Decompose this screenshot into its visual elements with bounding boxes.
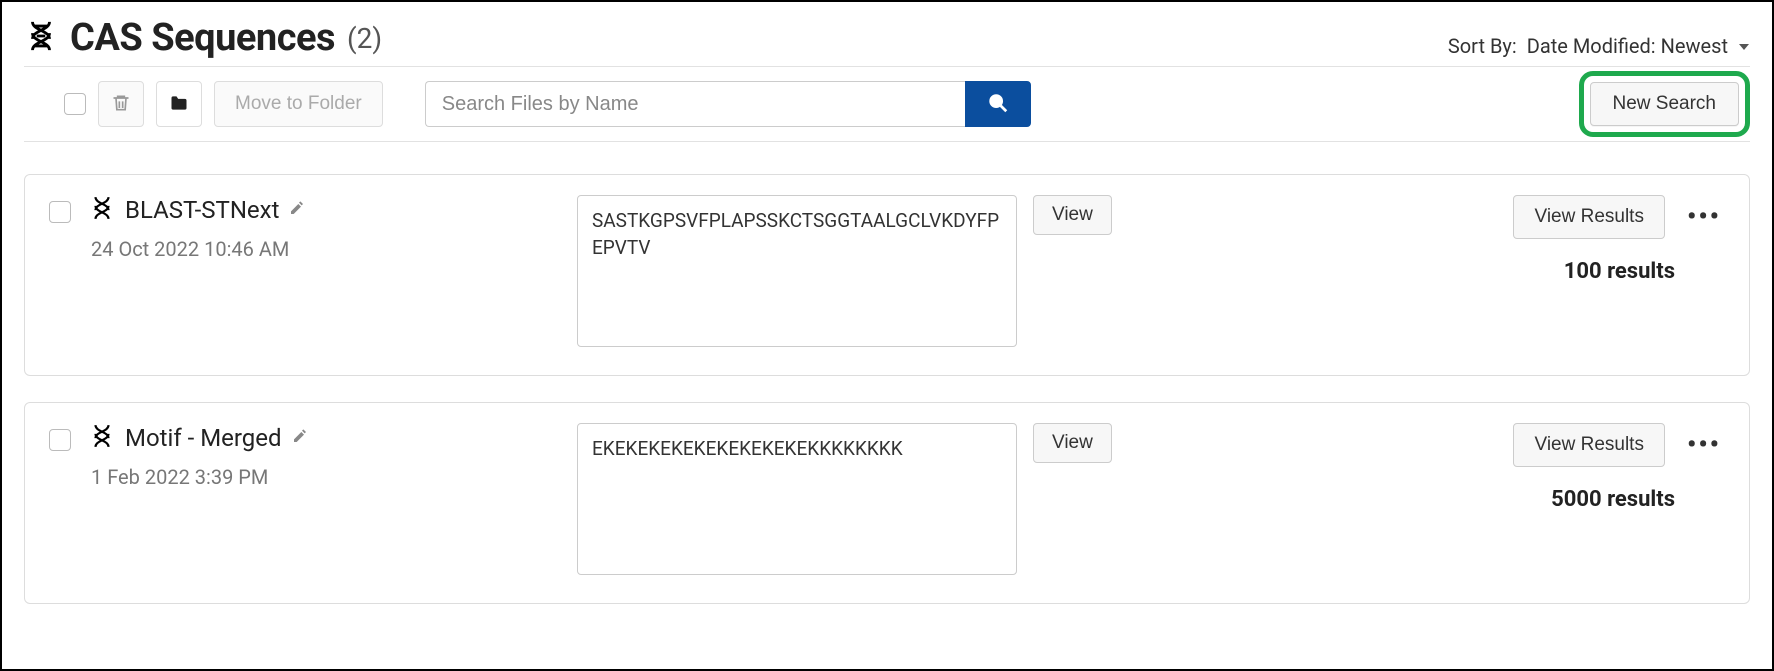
- item-date: 1 Feb 2022 3:39 PM: [91, 465, 559, 489]
- dna-icon: [24, 19, 58, 57]
- card-middle: EKEKEKEKEKEKEKEKEKEKKKKKKKK View: [577, 423, 1137, 575]
- item-name: BLAST-STNext: [125, 196, 279, 224]
- card-left: BLAST-STNext 24 Oct 2022 10:46 AM: [89, 195, 559, 261]
- sort-by-label: Sort By:: [1448, 34, 1517, 58]
- more-icon[interactable]: •••: [1687, 430, 1721, 460]
- result-count: 100 results: [1564, 259, 1675, 284]
- new-search-button[interactable]: New Search: [1590, 82, 1740, 126]
- pencil-icon[interactable]: [292, 428, 308, 448]
- list-item: Motif - Merged 1 Feb 2022 3:39 PM EKEKEK…: [24, 402, 1750, 604]
- view-button[interactable]: View: [1033, 423, 1112, 463]
- dna-icon: [89, 195, 115, 225]
- result-count: 5000 results: [1551, 487, 1675, 512]
- page-title: CAS Sequences: [70, 16, 335, 60]
- trash-icon: [111, 93, 131, 116]
- card-right: View Results ••• 5000 results: [1491, 423, 1721, 512]
- cards-list: BLAST-STNext 24 Oct 2022 10:46 AM SASTKG…: [24, 174, 1750, 604]
- card-middle: SASTKGPSVFPLAPSSKCTSGGTAALGCLVKDYFPEPVTV…: [577, 195, 1137, 347]
- sequence-box: SASTKGPSVFPLAPSSKCTSGGTAALGCLVKDYFPEPVTV: [577, 195, 1017, 347]
- header: CAS Sequences (2) Sort By: Date Modified…: [24, 16, 1750, 60]
- sort-by-dropdown[interactable]: Sort By: Date Modified: Newest: [1448, 34, 1750, 58]
- item-date: 24 Oct 2022 10:46 AM: [91, 237, 559, 261]
- new-search-highlight: New Search: [1579, 71, 1751, 137]
- search-input[interactable]: [425, 81, 965, 127]
- search-icon: [987, 92, 1009, 117]
- chevron-down-icon: [1738, 34, 1750, 58]
- card-right: View Results ••• 100 results: [1491, 195, 1721, 284]
- more-icon[interactable]: •••: [1687, 202, 1721, 232]
- select-all-checkbox[interactable]: [64, 93, 86, 115]
- search-group: [425, 81, 1031, 127]
- item-checkbox[interactable]: [49, 429, 71, 451]
- view-button[interactable]: View: [1033, 195, 1112, 235]
- sequence-box: EKEKEKEKEKEKEKEKEKEKKKKKKKK: [577, 423, 1017, 575]
- card-left: Motif - Merged 1 Feb 2022 3:39 PM: [89, 423, 559, 489]
- sort-by-value: Date Modified: Newest: [1527, 34, 1728, 58]
- toolbar: Move to Folder New Search: [24, 66, 1750, 142]
- page-count: (2): [347, 22, 382, 55]
- list-item: BLAST-STNext 24 Oct 2022 10:46 AM SASTKG…: [24, 174, 1750, 376]
- view-results-button[interactable]: View Results: [1513, 195, 1664, 239]
- folder-icon: [169, 93, 189, 116]
- pencil-icon[interactable]: [289, 200, 305, 220]
- item-name: Motif - Merged: [125, 424, 282, 452]
- search-button[interactable]: [965, 81, 1031, 127]
- item-checkbox[interactable]: [49, 201, 71, 223]
- title-group: CAS Sequences (2): [24, 16, 382, 60]
- folder-button[interactable]: [156, 81, 202, 127]
- view-results-button[interactable]: View Results: [1513, 423, 1664, 467]
- delete-button[interactable]: [98, 81, 144, 127]
- move-to-folder-button[interactable]: Move to Folder: [214, 81, 383, 127]
- dna-icon: [89, 423, 115, 453]
